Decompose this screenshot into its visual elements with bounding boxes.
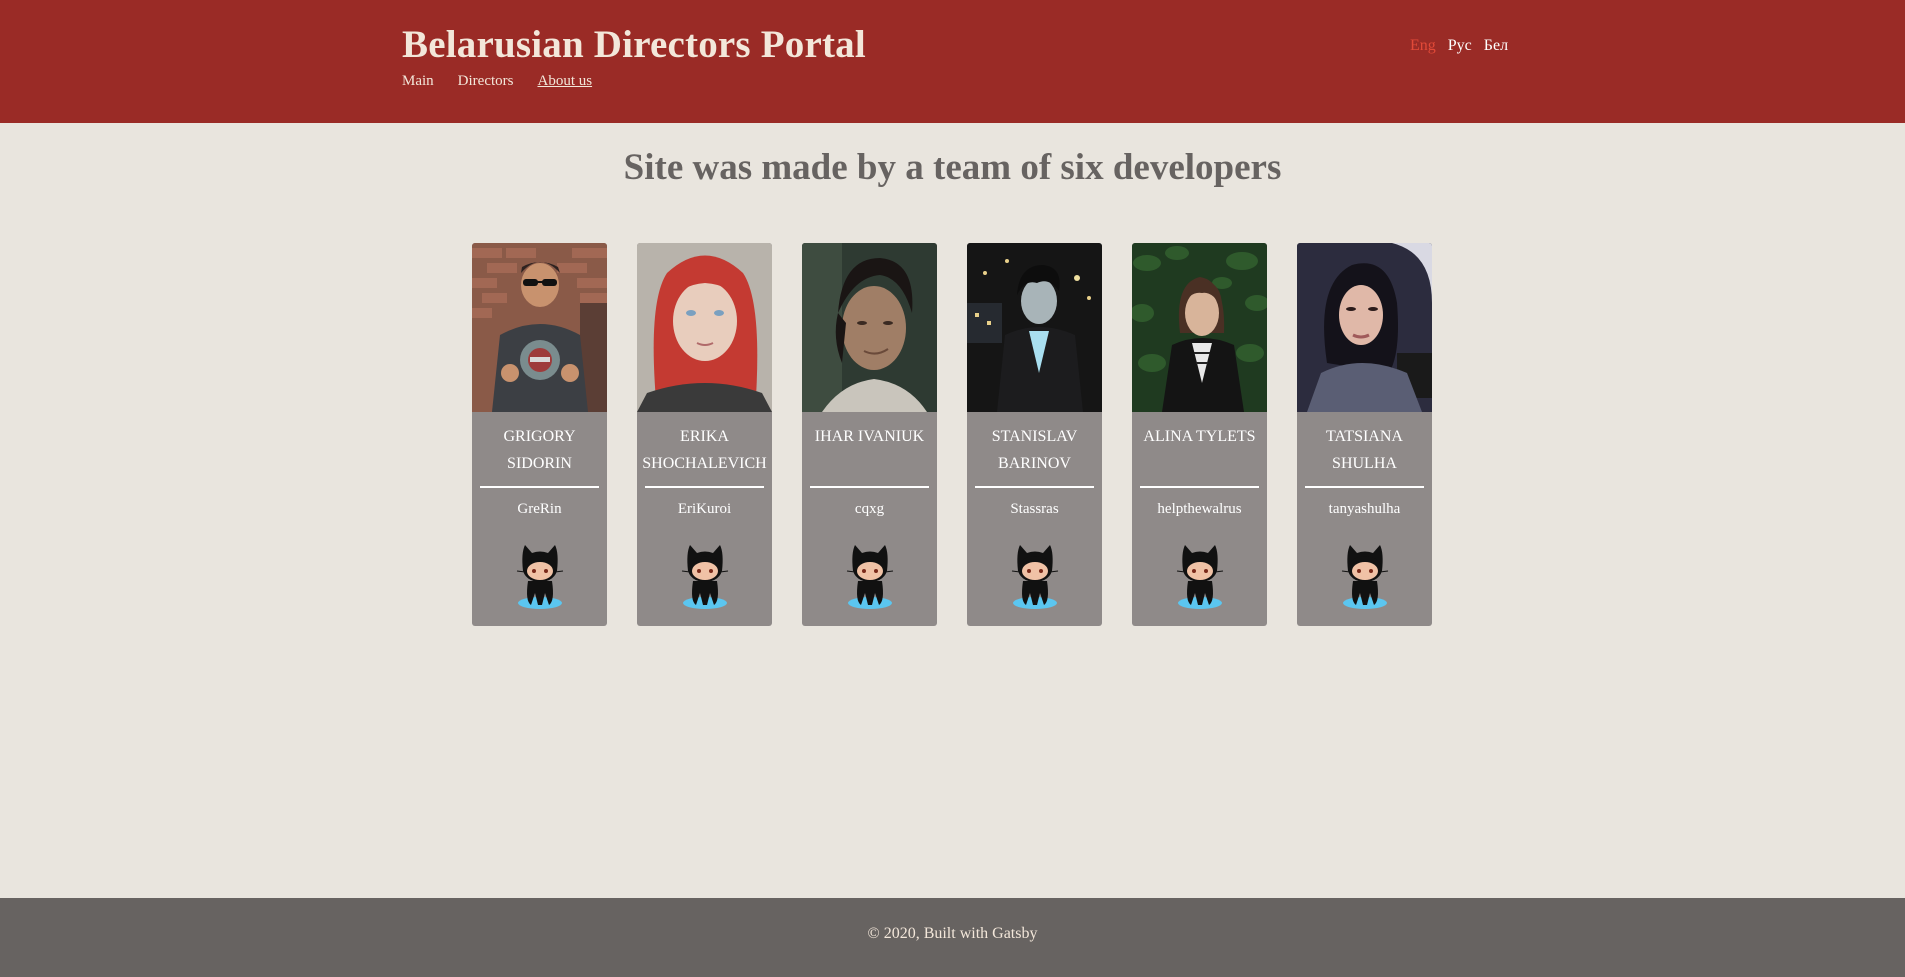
language-switcher: Eng Рус Бел xyxy=(1410,37,1508,55)
developer-photo xyxy=(1132,243,1267,412)
site-footer: © 2020, Built with Gatsby xyxy=(0,898,1905,977)
github-octocat-icon[interactable] xyxy=(1006,541,1064,611)
developer-card: IHAR IVANIUK cqxg xyxy=(802,243,937,626)
card-divider xyxy=(1140,486,1259,488)
developer-nickname[interactable]: Stassras xyxy=(967,501,1102,518)
github-octocat-icon[interactable] xyxy=(511,541,569,611)
developer-name: IHAR IVANIUK xyxy=(814,428,925,445)
developer-name: TATSIANA SHULHA xyxy=(1326,428,1403,472)
github-octocat-icon[interactable] xyxy=(1171,541,1229,611)
developer-name: STANISLAV BARINOV xyxy=(991,428,1078,472)
github-octocat-icon[interactable] xyxy=(676,541,734,611)
developer-photo xyxy=(1297,243,1432,412)
developer-photo xyxy=(637,243,772,412)
developer-nickname[interactable]: tanyashulha xyxy=(1297,501,1432,518)
developer-name: ERIKA SHOCHALEVICH xyxy=(642,428,767,472)
developer-name: GRIGORY SIDORIN xyxy=(503,428,576,472)
developer-card: ERIKA SHOCHALEVICH EriKuroi xyxy=(637,243,772,626)
developer-photo xyxy=(802,243,937,412)
site-header: Belarusian Directors Portal Main Directo… xyxy=(0,0,1905,123)
card-divider xyxy=(480,486,599,488)
lang-eng[interactable]: Eng xyxy=(1410,37,1436,55)
main-nav: Main Directors About us xyxy=(402,73,592,90)
developer-nickname[interactable]: cqxg xyxy=(802,501,937,518)
developer-card: ALINA TYLETS helpthewalrus xyxy=(1132,243,1267,626)
nav-about-us[interactable]: About us xyxy=(537,73,592,90)
developer-card: GRIGORY SIDORIN GreRin xyxy=(472,243,607,626)
github-octocat-icon[interactable] xyxy=(841,541,899,611)
developer-photo xyxy=(967,243,1102,412)
footer-copyright: © 2020, Built with Gatsby xyxy=(867,925,1038,942)
developer-card: STANISLAV BARINOV Stassras xyxy=(967,243,1102,626)
developer-photo xyxy=(472,243,607,412)
card-divider xyxy=(1305,486,1424,488)
developer-card: TATSIANA SHULHA tanyashulha xyxy=(1297,243,1432,626)
github-octocat-icon[interactable] xyxy=(1336,541,1394,611)
developer-cards: GRIGORY SIDORIN GreRin ERIKA SHOCHALEVIC… xyxy=(472,243,1432,626)
nav-main[interactable]: Main xyxy=(402,73,434,90)
site-title[interactable]: Belarusian Directors Portal xyxy=(402,22,866,67)
card-divider xyxy=(810,486,929,488)
developer-nickname[interactable]: EriKuroi xyxy=(637,501,772,518)
developer-nickname[interactable]: GreRin xyxy=(472,501,607,518)
nav-directors[interactable]: Directors xyxy=(458,73,514,90)
card-divider xyxy=(645,486,764,488)
lang-bel[interactable]: Бел xyxy=(1484,37,1508,55)
lang-rus[interactable]: Рус xyxy=(1448,37,1472,55)
page-title: Site was made by a team of six developer… xyxy=(623,147,1282,188)
developer-nickname[interactable]: helpthewalrus xyxy=(1132,501,1267,518)
card-divider xyxy=(975,486,1094,488)
developer-name: ALINA TYLETS xyxy=(1143,428,1256,445)
